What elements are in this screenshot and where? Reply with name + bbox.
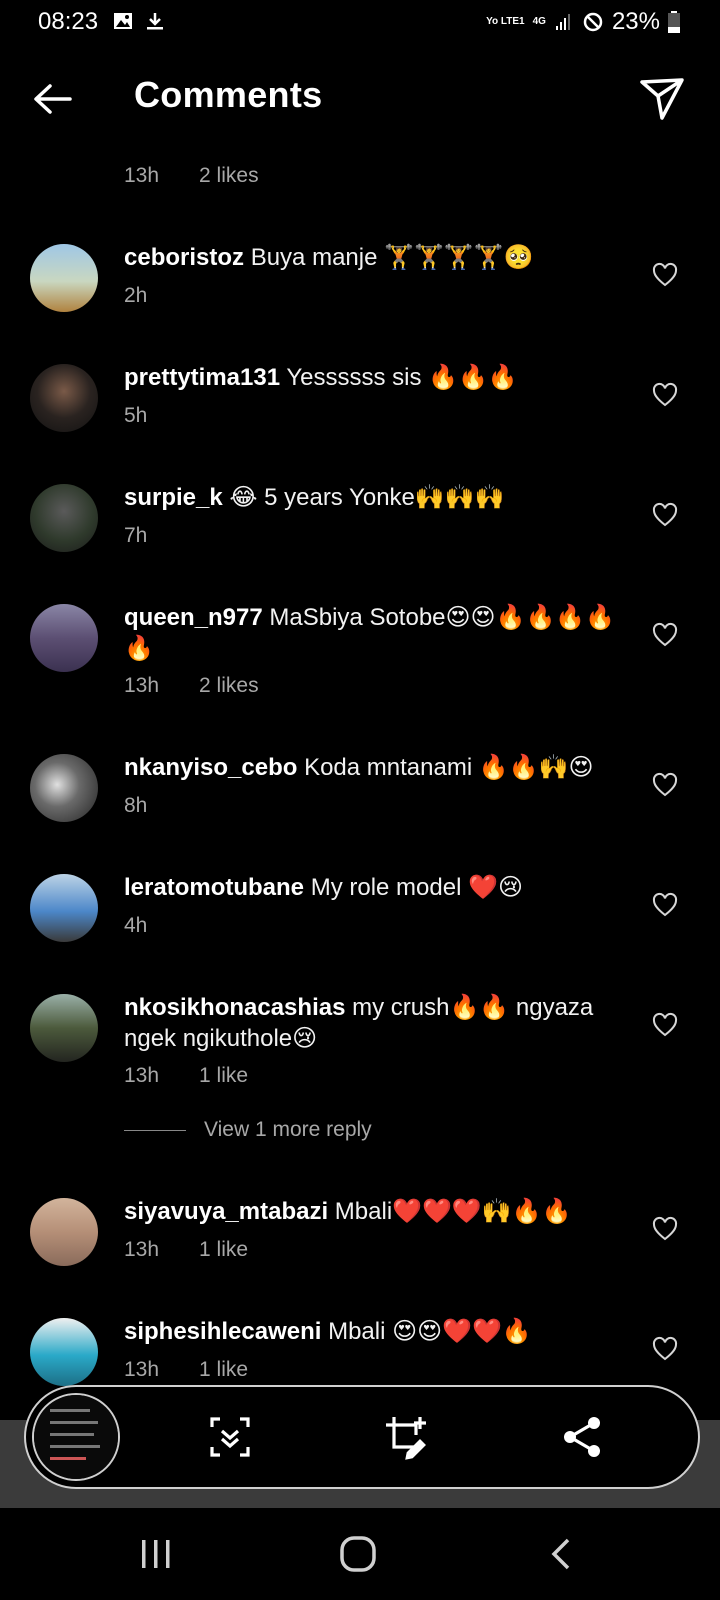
avatar[interactable] [30, 1318, 98, 1386]
gallery-icon [114, 13, 132, 29]
scroll-capture-icon[interactable] [206, 1413, 254, 1461]
comment-likes[interactable]: 1 like [199, 1064, 248, 1087]
heart-icon[interactable] [652, 382, 678, 408]
heart-icon[interactable] [652, 502, 678, 528]
comment-meta: 13h 1 like [124, 1064, 248, 1088]
signal-type: 4G [532, 16, 546, 27]
signal-strength-icon [555, 14, 570, 30]
comment-text: My role model ❤️😢 [310, 874, 523, 901]
comment-list[interactable]: 13h 2 likes ceboristoz Buya manje 🏋🏋🏋🏋🥺 2… [0, 140, 720, 1390]
comment-username[interactable]: siphesihlecaweni [124, 1318, 321, 1345]
comment-meta: 13h 2 likes [124, 164, 259, 188]
comment-text: Buya manje 🏋🏋🏋🏋🥺 [250, 244, 534, 271]
battery-percent: 23% [611, 8, 660, 35]
avatar[interactable] [30, 754, 98, 822]
avatar[interactable] [30, 244, 98, 312]
crop-edit-icon[interactable] [382, 1413, 430, 1461]
comment-time: 13h [124, 1238, 160, 1261]
back-icon[interactable] [540, 1534, 584, 1574]
comment-username[interactable]: ceboristoz [124, 244, 244, 271]
network-indicator: Yo LTE1 [486, 16, 525, 27]
comment-username[interactable]: prettytima131 [124, 364, 280, 391]
comment-meta: 2h [124, 284, 147, 308]
comment-meta: 13h 1 like [124, 1358, 248, 1382]
comment-likes[interactable]: 1 like [199, 1238, 248, 1261]
comment-meta: 4h [124, 914, 147, 938]
heart-icon[interactable] [652, 262, 678, 288]
comment-likes[interactable]: 1 like [199, 1358, 248, 1381]
comment-likes[interactable]: 2 likes [199, 164, 259, 187]
comment-username[interactable]: nkosikhonacashias [124, 994, 345, 1021]
comment-username[interactable]: nkanyiso_cebo [124, 754, 297, 781]
comment-time: 4h [124, 914, 148, 937]
heart-icon[interactable] [652, 1216, 678, 1242]
comment-time: 5h [124, 404, 148, 427]
avatar[interactable] [30, 364, 98, 432]
comment-meta: 13h 1 like [124, 1238, 248, 1262]
status-bar: 08:23 Yo LTE1 4G 23% [0, 0, 720, 48]
heart-icon[interactable] [652, 1336, 678, 1362]
status-time: 08:23 [38, 8, 99, 35]
comment-meta: 8h [124, 794, 147, 818]
download-icon [147, 13, 163, 30]
comment-text: Koda mntanami 🔥🔥🙌😍 [304, 754, 594, 781]
avatar[interactable] [30, 874, 98, 942]
comment-time: 13h [124, 164, 160, 187]
comment-username[interactable]: queen_n977 [124, 604, 263, 631]
screenshot-toolbar [24, 1385, 700, 1489]
avatar[interactable] [30, 604, 98, 672]
comment-time: 2h [124, 284, 148, 307]
avatar[interactable] [30, 1198, 98, 1266]
comment-time: 7h [124, 524, 148, 547]
comment-time: 13h [124, 1064, 160, 1087]
recent-apps-icon[interactable] [134, 1534, 178, 1574]
heart-icon[interactable] [652, 1012, 678, 1038]
comments-header: Comments [0, 58, 720, 138]
comment-text: Mbali 😍😍❤️❤️🔥 [328, 1318, 532, 1345]
comment-time: 13h [124, 674, 160, 697]
comment-text: 😂 5 years Yonke🙌🙌🙌 [229, 484, 505, 511]
heart-icon[interactable] [652, 622, 678, 648]
comment-text: Mbali❤️❤️❤️🙌🔥🔥 [334, 1198, 572, 1225]
send-icon[interactable] [638, 74, 686, 122]
comment-time: 8h [124, 794, 148, 817]
share-icon[interactable] [558, 1413, 606, 1461]
comment-meta: 7h [124, 524, 147, 548]
reply-divider [124, 1129, 186, 1131]
battery-icon [668, 11, 680, 33]
page-title: Comments [134, 74, 323, 115]
comment-meta: 13h 2 likes [124, 674, 259, 698]
do-not-disturb-icon [583, 12, 603, 32]
thumbnail-preview [34, 1395, 118, 1479]
home-icon[interactable] [336, 1534, 380, 1574]
system-nav-bar [0, 1508, 720, 1600]
heart-icon[interactable] [652, 772, 678, 798]
comment-likes[interactable]: 2 likes [199, 674, 259, 697]
avatar[interactable] [30, 484, 98, 552]
comment-time: 13h [124, 1358, 160, 1381]
comment-username[interactable]: siyavuya_mtabazi [124, 1198, 328, 1225]
view-more-replies-label: View 1 more reply [204, 1118, 372, 1141]
comment-username[interactable]: surpie_k [124, 484, 223, 511]
view-more-replies[interactable]: View 1 more reply [124, 1118, 372, 1142]
comment-text: Yessssss sis 🔥🔥🔥 [286, 364, 518, 391]
comment-meta: 5h [124, 404, 147, 428]
screenshot-thumbnail[interactable] [32, 1393, 120, 1481]
back-arrow-icon[interactable] [28, 74, 78, 124]
heart-icon[interactable] [652, 892, 678, 918]
comment-username[interactable]: leratomotubane [124, 874, 304, 901]
avatar[interactable] [30, 994, 98, 1062]
